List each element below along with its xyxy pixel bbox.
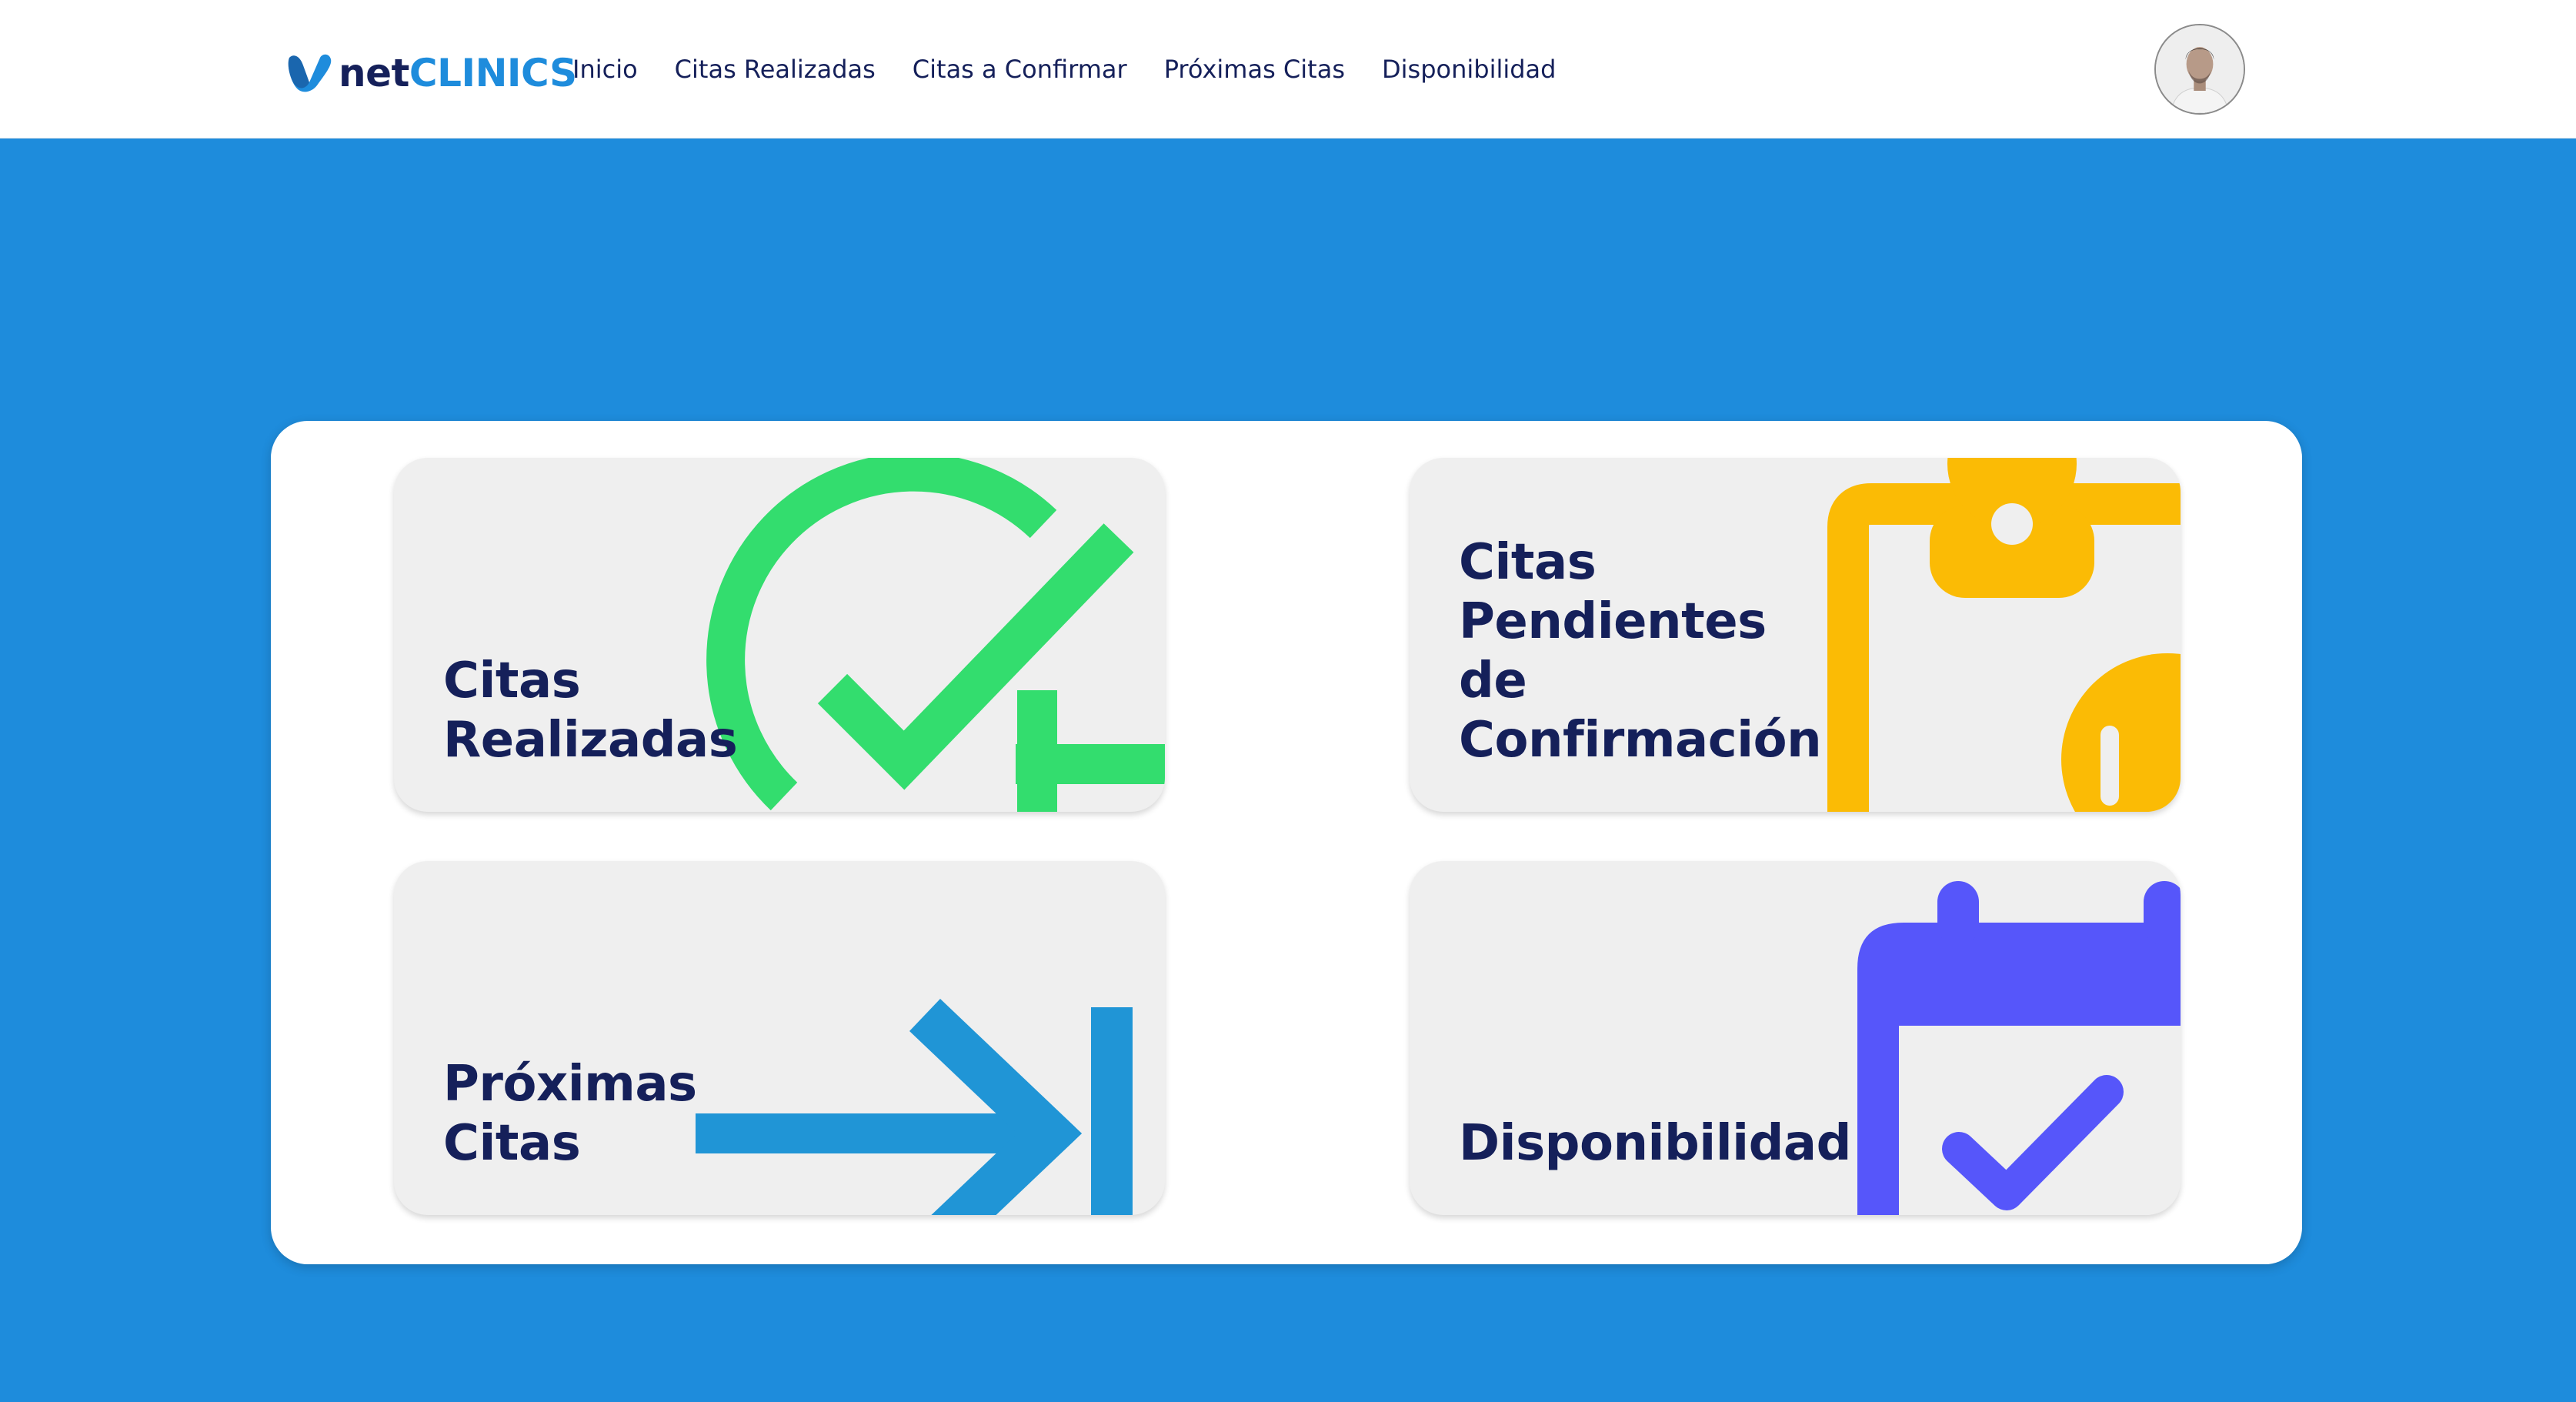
user-avatar[interactable] — [2154, 24, 2245, 115]
nav-link-disponibilidad[interactable]: Disponibilidad — [1382, 51, 1556, 88]
brand-name: netCLINICS — [339, 51, 577, 95]
card-title: Citas Pendientes de Confirmación — [1459, 534, 1822, 769]
card-title: Disponibilidad — [1459, 1115, 1851, 1172]
nav-link-proximas-citas[interactable]: Próximas Citas — [1164, 51, 1345, 88]
card-citas-realizadas[interactable]: Citas Realizadas — [394, 458, 1165, 812]
dashboard-panel: Citas Realizadas Citas Pendientes de Con… — [271, 421, 2302, 1264]
main-nav: Inicio Citas Realizadas Citas a Confirma… — [572, 51, 1556, 88]
nav-link-citas-realizadas[interactable]: Citas Realizadas — [675, 51, 876, 88]
nav-link-citas-a-confirmar[interactable]: Citas a Confirmar — [913, 51, 1127, 88]
brand-logo-icon — [288, 54, 332, 92]
card-title: Citas Realizadas — [443, 653, 738, 769]
nav-link-inicio[interactable]: Inicio — [572, 51, 638, 88]
card-proximas-citas[interactable]: Próximas Citas — [394, 861, 1165, 1215]
card-citas-pendientes[interactable]: Citas Pendientes de Confirmación — [1410, 458, 2181, 812]
card-disponibilidad[interactable]: Disponibilidad — [1410, 861, 2181, 1215]
brand-logo[interactable]: netCLINICS — [286, 48, 577, 98]
user-avatar-image — [2156, 25, 2244, 113]
brand-name-part2: CLINICS — [409, 51, 577, 95]
top-navbar: netCLINICS Inicio Citas Realizadas Citas… — [0, 0, 2576, 139]
card-title: Próximas Citas — [443, 1056, 697, 1172]
brand-name-part1: net — [339, 51, 409, 95]
